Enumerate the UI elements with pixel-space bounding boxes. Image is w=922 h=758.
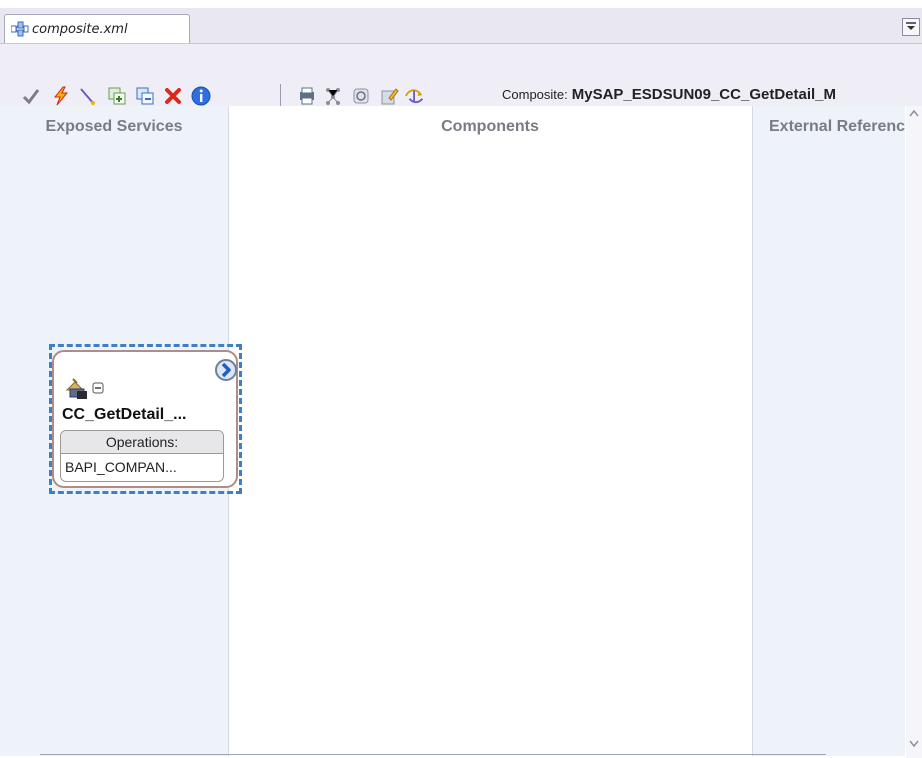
chevron-down-icon [909, 740, 919, 748]
external-references-title: External References [769, 118, 905, 135]
edit-button[interactable] [378, 84, 400, 108]
tab-label: composite.xml [32, 21, 128, 37]
layout-button[interactable] [322, 84, 344, 108]
tab-composite-xml[interactable]: composite.xml [4, 14, 190, 43]
components-title: Components [441, 118, 539, 135]
external-references-lane[interactable]: External References [752, 106, 905, 756]
print-button[interactable] [296, 84, 318, 108]
composite-file-icon [11, 21, 29, 37]
delete-button[interactable] [162, 84, 184, 108]
validate-button[interactable] [20, 84, 42, 108]
info-icon [191, 86, 211, 106]
deploy-icon [405, 89, 424, 104]
editor-tab-bar: composite.xml [0, 8, 922, 44]
chevron-up-icon [909, 109, 919, 117]
scroll-down-button[interactable] [906, 735, 922, 751]
info-button[interactable] [190, 84, 212, 108]
adapter-icon [65, 378, 87, 399]
component-name: CC_GetDetail_... [62, 406, 187, 423]
copy-button[interactable] [134, 84, 156, 108]
top-strip [0, 0, 922, 8]
composite-title: Composite: MySAP_ESDSUN09_CC_GetDetail_M [502, 86, 836, 103]
tab-list-dropdown[interactable] [902, 18, 920, 36]
chevron-down-icon [906, 22, 916, 30]
collapse-icon[interactable] [92, 382, 104, 394]
deploy-button[interactable] [404, 84, 426, 108]
check-icon [22, 89, 40, 105]
horizontal-scroll-track[interactable] [40, 754, 826, 755]
composite-prefix: Composite: [502, 87, 568, 102]
refresh-icon [353, 88, 369, 104]
delete-icon [165, 88, 181, 104]
wire-button[interactable] [76, 84, 98, 108]
copy-icon [136, 87, 154, 105]
scroll-up-button[interactable] [906, 106, 922, 122]
composite-name: MySAP_ESDSUN09_CC_GetDetail_M [571, 86, 837, 103]
print-icon [300, 87, 314, 105]
lightning-icon [53, 86, 69, 106]
operations-box: Operations: BAPI_COMPAN... [60, 430, 224, 482]
add-component-icon [108, 87, 126, 105]
exposed-services-title: Exposed Services [45, 118, 183, 135]
edit-icon [381, 88, 399, 105]
add-component-button[interactable] [106, 84, 128, 108]
vertical-scrollbar[interactable] [906, 106, 922, 758]
compile-button[interactable] [50, 84, 72, 108]
toolbar-separator [280, 84, 281, 106]
components-lane[interactable]: Components [229, 106, 751, 756]
service-component[interactable]: CC_GetDetail_... Operations: BAPI_COMPAN… [52, 350, 238, 488]
layout-icon [326, 88, 340, 105]
reference-arrow-icon[interactable] [214, 358, 238, 382]
refresh-button[interactable] [350, 84, 372, 108]
operation-item[interactable]: BAPI_COMPAN... [61, 454, 223, 480]
operations-header: Operations: [61, 431, 223, 454]
wire-icon [80, 88, 95, 105]
